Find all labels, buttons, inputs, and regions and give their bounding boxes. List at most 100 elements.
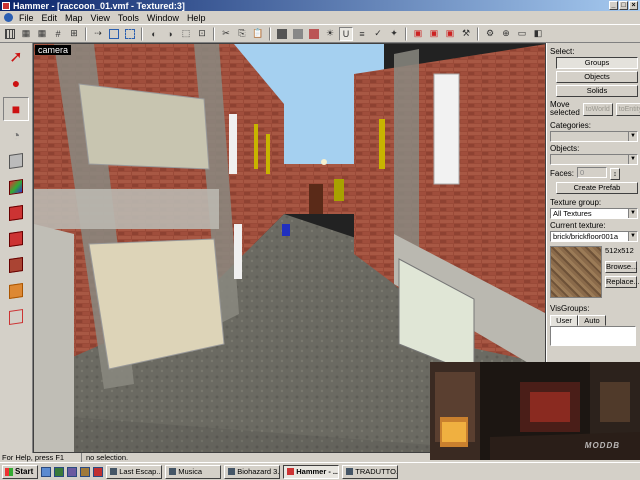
entity-report-icon[interactable]: ≡ (355, 27, 369, 41)
groups-button[interactable]: Groups (556, 57, 638, 69)
menu-help[interactable]: Help (183, 13, 210, 23)
faces-spinner[interactable]: ↕ (610, 167, 621, 180)
task-traduttore[interactable]: TRADUTTO... (342, 464, 399, 479)
start-label: Start (15, 467, 34, 476)
chevron-down-icon[interactable]: ▼ (628, 209, 637, 218)
minimize-button[interactable]: _ (609, 1, 618, 10)
start-button[interactable]: Start (2, 464, 39, 479)
overlay-tool-icon[interactable] (3, 253, 29, 277)
menu-edit[interactable]: Edit (38, 13, 62, 23)
title-bar[interactable]: Hammer - [raccoon_01.vmf - Textured:3] _… (0, 0, 640, 11)
objects-button[interactable]: Objects (556, 71, 638, 83)
cut-icon[interactable]: ✂ (219, 27, 233, 41)
objects-dropdown[interactable]: ▼ (550, 154, 638, 165)
selection-tool-icon[interactable]: ➚ (3, 45, 29, 69)
textured-icon[interactable] (307, 27, 321, 41)
ungroup-icon[interactable] (123, 27, 137, 41)
magnify-tool-icon[interactable]: ● (3, 71, 29, 95)
texture-lock-icon[interactable]: ⊡ (195, 27, 209, 41)
task-musica[interactable]: Musica (165, 464, 222, 479)
task-biohazard[interactable]: Biohazard 3... (224, 464, 281, 479)
tab-user[interactable]: User (550, 315, 578, 326)
run-map-icon[interactable]: ▣ (411, 27, 425, 41)
decal-icon[interactable]: ✦ (387, 27, 401, 41)
chevron-down-icon[interactable]: ▼ (628, 132, 637, 141)
flat-icon[interactable] (291, 27, 305, 41)
chevron-down-icon[interactable]: ▼ (628, 155, 637, 164)
close-button[interactable]: × (629, 1, 638, 10)
grid-icon[interactable] (3, 27, 17, 41)
document-icon (346, 468, 354, 475)
3d-grid-icon[interactable]: # (51, 27, 65, 41)
lighting-icon[interactable]: ☀ (323, 27, 337, 41)
decal-tool-icon[interactable] (3, 227, 29, 251)
wireframe-icon[interactable] (275, 27, 289, 41)
compile-icon[interactable]: ▣ (443, 27, 457, 41)
entity-tool-icon[interactable]: ◔ (3, 123, 29, 147)
run-map-icon-2[interactable]: ▣ (427, 27, 441, 41)
apply-texture-icon[interactable] (3, 201, 29, 225)
settings-icon[interactable]: ⚙ (483, 27, 497, 41)
faces-field[interactable]: 0 (577, 167, 608, 178)
menu-tools[interactable]: Tools (114, 13, 143, 23)
chevron-down-icon[interactable]: ▼ (628, 232, 637, 241)
to-entity-button[interactable]: toEntity (615, 103, 640, 116)
toolbar-separator (477, 26, 479, 41)
tab-auto[interactable]: Auto (578, 315, 606, 326)
info-icon[interactable]: ◧ (531, 27, 545, 41)
carve-icon[interactable]: ⇢ (91, 27, 105, 41)
windows-logo-icon (5, 467, 13, 476)
viewport-label[interactable]: camera (35, 45, 72, 55)
select-label: Select: (550, 47, 575, 56)
paste-icon[interactable]: 📋 (251, 27, 265, 41)
options-icon[interactable]: ⊕ (499, 27, 513, 41)
cordon-icon[interactable]: ⬚ (179, 27, 193, 41)
task-hammer[interactable]: Hammer - ... (283, 464, 340, 479)
solids-button[interactable]: Solids (556, 85, 638, 97)
ie-quicklaunch-icon[interactable] (41, 466, 52, 477)
tools-icon[interactable]: ⚒ (459, 27, 473, 41)
document-menu-icon[interactable] (4, 13, 13, 22)
menu-file[interactable]: File (15, 13, 38, 23)
current-texture-dropdown[interactable]: brick/brickfloor001a ▼ (550, 231, 638, 242)
current-texture-label: Current texture: (550, 221, 606, 230)
texture-application-icon[interactable] (3, 175, 29, 199)
hammer-app-icon (2, 1, 10, 10)
browse-button[interactable]: Browse... (605, 261, 637, 273)
visgroups-list[interactable] (550, 326, 636, 346)
copy-icon[interactable]: ⎘ (235, 27, 249, 41)
grid-size-up-icon[interactable]: ▦ (35, 27, 49, 41)
main-toolbar: ▦ ▦ # ⊞ ⇢ ◐ ◑ ⬚ ⊡ ✂ ⎘ 📋 ☀ U ≡ ✓ ✦ ▣ ▣ ▣ … (0, 24, 640, 43)
folder-quicklaunch-icon[interactable] (80, 466, 91, 477)
window-icon (110, 468, 118, 475)
hide-icon[interactable]: ◐ (147, 27, 161, 41)
maximize-button[interactable]: □ (619, 1, 628, 10)
menu-view[interactable]: View (87, 13, 114, 23)
vertex-tool-icon[interactable] (3, 305, 29, 329)
clipping-tool-icon[interactable] (3, 279, 29, 303)
replace-button[interactable]: Replace... (605, 276, 640, 288)
block-tool-icon[interactable] (3, 149, 29, 173)
snap-icon[interactable]: ⊞ (67, 27, 81, 41)
texture-preview[interactable] (550, 246, 602, 298)
categories-dropdown[interactable]: ▼ (550, 131, 638, 142)
camera-tool-icon[interactable]: ■ (3, 97, 29, 121)
display-icon[interactable]: ▭ (515, 27, 529, 41)
status-bar: For Help, press F1 no selection. (0, 453, 430, 462)
objects-label: Objects: (550, 144, 580, 153)
grid-size-down-icon[interactable]: ▦ (19, 27, 33, 41)
texture-lock-toggle-icon[interactable]: U (339, 26, 353, 41)
toolbar-separator (141, 26, 143, 41)
texture-group-dropdown[interactable]: All Textures ▼ (550, 208, 638, 219)
media-quicklaunch-icon[interactable] (67, 466, 78, 477)
to-world-button[interactable]: toWorld (582, 103, 613, 116)
task-last-escape[interactable]: Last Escap... (106, 464, 163, 479)
group-icon[interactable] (107, 27, 121, 41)
unhide-icon[interactable]: ◑ (163, 27, 177, 41)
check-problems-icon[interactable]: ✓ (371, 27, 385, 41)
app-quicklaunch-icon[interactable] (93, 466, 104, 477)
desktop-quicklaunch-icon[interactable] (54, 466, 65, 477)
create-prefab-button[interactable]: Create Prefab (556, 182, 638, 194)
menu-window[interactable]: Window (143, 13, 183, 23)
menu-map[interactable]: Map (61, 13, 87, 23)
